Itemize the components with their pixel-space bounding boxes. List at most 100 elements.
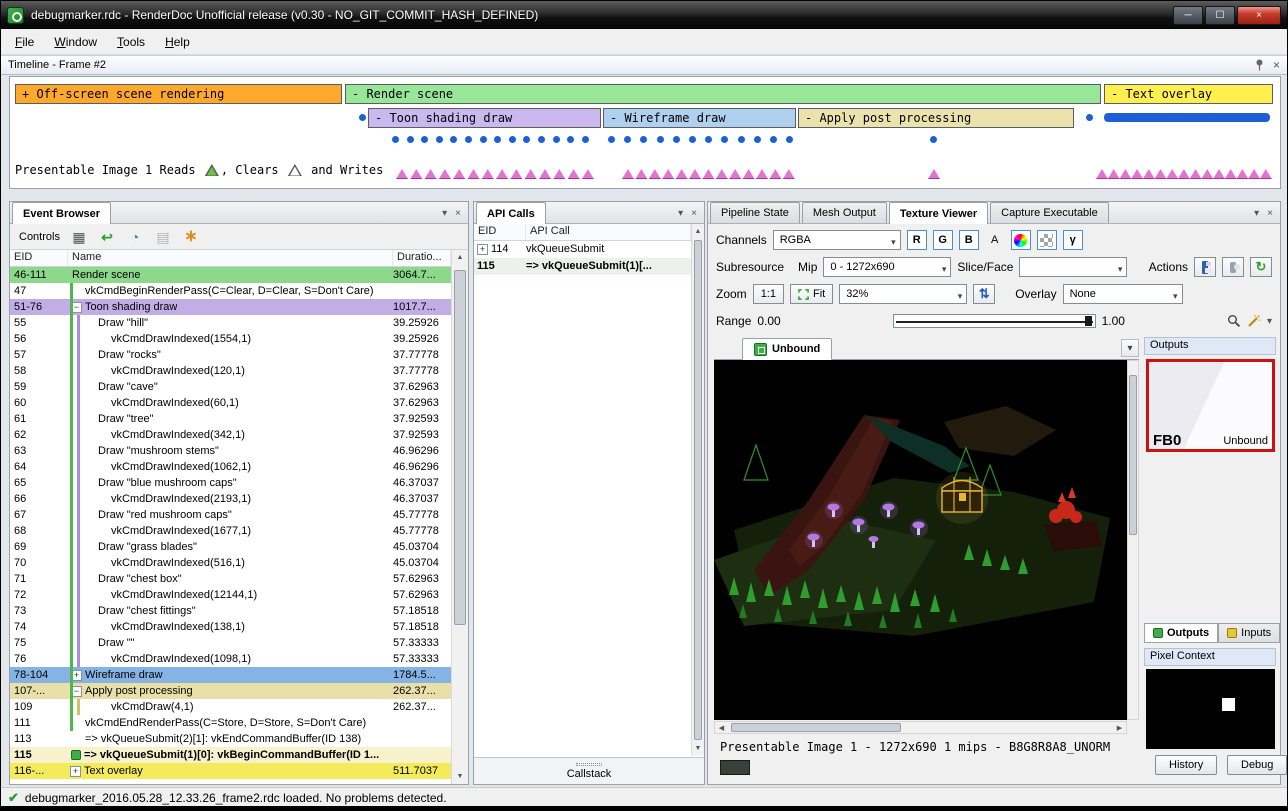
draw-activity-dot[interactable] (392, 136, 399, 143)
event-row[interactable]: 70vkCmdDrawIndexed(516,1)45.03704 (10, 555, 451, 571)
pin-icon[interactable] (1255, 59, 1264, 71)
draw-activity-dot[interactable] (538, 136, 545, 143)
zoom-1-1-button[interactable]: 1:1 (753, 284, 784, 304)
slice-face-select[interactable] (1019, 257, 1127, 277)
tab-outputs[interactable]: Outputs (1144, 623, 1218, 643)
draw-activity-dot[interactable] (421, 136, 428, 143)
write-marker-icon[interactable] (1119, 169, 1131, 179)
draw-activity-dot[interactable] (786, 136, 793, 143)
texture-vertical-scrollbar[interactable] (1127, 360, 1139, 720)
event-row[interactable]: 64vkCmdDrawIndexed(1062,1)46.96296 (10, 459, 451, 475)
event-row[interactable]: 55Draw "hill"39.25926 (10, 315, 451, 331)
draw-activity-dot[interactable] (657, 136, 664, 143)
write-marker-icon[interactable] (510, 169, 522, 179)
draw-activity-dot[interactable] (738, 136, 745, 143)
draw-activity-dot[interactable] (754, 136, 761, 143)
event-row[interactable]: 73Draw "chest fittings"57.18518 (10, 603, 451, 619)
write-marker-icon[interactable] (1225, 169, 1237, 179)
find-event-icon[interactable]: ▦ (70, 228, 88, 246)
write-marker-icon[interactable] (635, 169, 647, 179)
write-marker-icon[interactable] (453, 169, 465, 179)
write-marker-icon[interactable] (396, 169, 408, 179)
event-row[interactable]: 78-104+Wireframe draw1784.5... (10, 667, 451, 683)
draw-activity-dot[interactable] (480, 136, 487, 143)
green-channel-button[interactable]: G (933, 230, 953, 250)
close-icon[interactable]: × (691, 208, 697, 219)
draw-activity-dot[interactable] (465, 136, 472, 143)
tree-expander-icon[interactable]: + (70, 766, 81, 777)
event-row[interactable]: 72vkCmdDrawIndexed(12144,1)57.62963 (10, 587, 451, 603)
event-row[interactable]: 107-...−Apply post processing262.37... (10, 683, 451, 699)
zoom-fit-button[interactable]: Fit (790, 284, 833, 304)
write-marker-icon[interactable] (1096, 169, 1108, 179)
toolbar-overflow-icon[interactable]: ▾ (1267, 316, 1272, 327)
draw-activity-dot[interactable] (770, 136, 777, 143)
gamma-button[interactable]: γ (1063, 230, 1083, 250)
write-marker-icon[interactable] (662, 169, 674, 179)
close-icon[interactable]: × (1267, 208, 1273, 219)
statistics-icon[interactable]: ▤ (154, 228, 172, 246)
tab-texture-viewer[interactable]: Texture Viewer (889, 202, 988, 224)
column-api-call[interactable]: API Call (526, 224, 691, 240)
write-marker-icon[interactable] (468, 169, 480, 179)
column-name[interactable]: Name (68, 250, 393, 266)
event-row[interactable]: 58vkCmdDrawIndexed(120,1)37.77778 (10, 363, 451, 379)
event-row[interactable]: 46-111Render scene3064.7... (10, 267, 451, 283)
draw-activity-dot[interactable] (689, 136, 696, 143)
write-marker-icon[interactable] (1201, 169, 1213, 179)
overlay-select[interactable]: None (1063, 284, 1183, 304)
alpha-channel-button[interactable]: A (985, 230, 1005, 250)
scroll-up-icon[interactable]: ▲ (692, 224, 704, 239)
close-button[interactable]: × (1237, 6, 1281, 25)
scrollbar-thumb[interactable] (1129, 375, 1137, 535)
event-row[interactable]: 69Draw "grass blades"45.03704 (10, 539, 451, 555)
write-marker-icon[interactable] (425, 169, 437, 179)
write-marker-icon[interactable] (553, 169, 565, 179)
tab-pipeline-state[interactable]: Pipeline State (710, 202, 800, 223)
scroll-down-icon[interactable]: ▼ (692, 741, 704, 756)
draw-activity-dot[interactable] (721, 136, 728, 143)
write-marker-icon[interactable] (689, 169, 701, 179)
event-row[interactable]: 116-...+Text overlay511.7037 (10, 763, 451, 779)
tab-inputs[interactable]: Inputs (1218, 623, 1280, 643)
write-marker-icon[interactable] (439, 169, 451, 179)
column-eid[interactable]: EID (474, 224, 526, 240)
event-row[interactable]: 74vkCmdDrawIndexed(138,1)57.18518 (10, 619, 451, 635)
write-marker-icon[interactable] (496, 169, 508, 179)
chevron-down-icon[interactable]: ▾ (442, 208, 447, 219)
titlebar[interactable]: debugmarker.rdc - RenderDoc Unofficial r… (1, 1, 1287, 29)
draw-activity-dot[interactable] (640, 136, 647, 143)
write-marker-icon[interactable] (1260, 169, 1272, 179)
write-marker-icon[interactable] (729, 169, 741, 179)
write-marker-icon[interactable] (410, 169, 422, 179)
event-browser-scrollbar[interactable]: ▲ ▼ (451, 250, 468, 784)
scrollbar-thumb[interactable] (694, 240, 702, 740)
event-row[interactable]: 66vkCmdDrawIndexed(2193,1)46.37037 (10, 491, 451, 507)
tab-mesh-output[interactable]: Mesh Output (802, 202, 887, 223)
debug-button[interactable]: Debug (1227, 755, 1287, 775)
event-row[interactable]: 60vkCmdDrawIndexed(60,1)37.62963 (10, 395, 451, 411)
event-row[interactable]: 47vkCmdBeginRenderPass(C=Clear, D=Clear,… (10, 283, 451, 299)
text-overlay-activity-bar[interactable] (1104, 113, 1270, 122)
write-marker-icon[interactable] (539, 169, 551, 179)
api-calls-header[interactable]: EID API Call (474, 224, 691, 241)
event-row[interactable]: 62vkCmdDrawIndexed(342,1)37.92593 (10, 427, 451, 443)
event-row[interactable]: 59Draw "cave"37.62963 (10, 379, 451, 395)
timeline-panel-header[interactable]: Timeline - Frame #2 × (1, 55, 1287, 75)
event-browser-header[interactable]: EID Name Duratio... (10, 250, 451, 267)
magnifier-icon[interactable] (1227, 314, 1241, 328)
write-marker-icon[interactable] (769, 169, 781, 179)
scroll-left-icon[interactable]: ◀ (715, 722, 728, 733)
write-marker-icon[interactable] (1131, 169, 1143, 179)
scrollbar-thumb[interactable] (731, 723, 901, 732)
draw-activity-dot[interactable] (359, 114, 366, 121)
scrollbar-thumb[interactable] (454, 270, 466, 625)
draw-activity-dot[interactable] (523, 136, 530, 143)
draw-activity-dot[interactable] (553, 136, 560, 143)
event-row[interactable]: 68vkCmdDrawIndexed(1677,1)45.77778 (10, 523, 451, 539)
texture-image[interactable] (714, 360, 1127, 720)
draw-activity-dot[interactable] (494, 136, 501, 143)
draw-activity-dot[interactable] (673, 136, 680, 143)
timeline-bar-text-overlay[interactable]: - Text overlay (1104, 84, 1273, 104)
write-marker-icon[interactable] (1155, 169, 1167, 179)
